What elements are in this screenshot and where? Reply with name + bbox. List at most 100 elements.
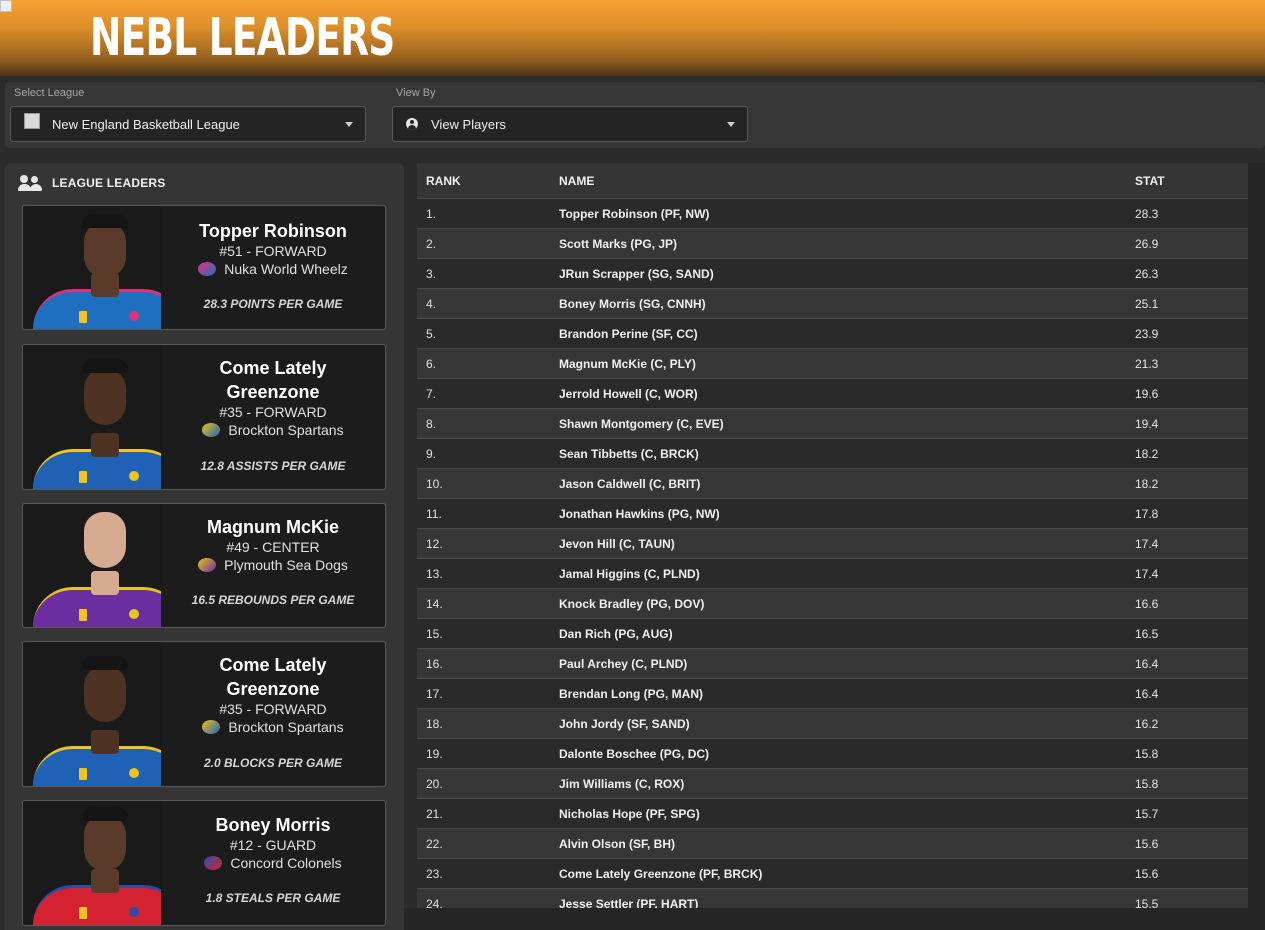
leader-card-steals[interactable]: Boney Morris #12 - GUARD Concord Colonel… — [22, 800, 386, 926]
leader-name: Magnum McKie — [206, 517, 339, 537]
leader-team: Nuka World Wheelz — [161, 260, 385, 278]
table-row[interactable]: 13. Jamal Higgins (C, PLND) 17.4 — [417, 559, 1248, 589]
leader-team: Plymouth Sea Dogs — [161, 556, 385, 574]
table-row[interactable]: 8. Shawn Montgomery (C, EVE) 19.4 — [417, 409, 1248, 439]
table-row[interactable]: 1. Topper Robinson (PF, NW) 28.3 — [417, 199, 1248, 229]
player-name-link[interactable]: Brandon Perine (SF, CC) — [559, 327, 1135, 341]
player-name-link[interactable]: Jim Williams (C, ROX) — [559, 777, 1135, 791]
table-row[interactable]: 12. Jevon Hill (C, TAUN) 17.4 — [417, 529, 1248, 559]
table-row[interactable]: 4. Boney Morris (SG, CNNH) 25.1 — [417, 289, 1248, 319]
leader-number-position: #49 - CENTER — [226, 539, 320, 555]
table-row[interactable]: 15. Dan Rich (PG, AUG) 16.5 — [417, 619, 1248, 649]
league-select-value: New England Basketball League — [52, 116, 240, 132]
player-name-link[interactable]: Sean Tibbetts (C, BRCK) — [559, 447, 1135, 461]
player-name-link[interactable]: Topper Robinson (PF, NW) — [559, 207, 1135, 221]
stat-cell: 23.9 — [1135, 326, 1159, 341]
leader-card-rebounds[interactable]: Magnum McKie #49 - CENTER Plymouth Sea D… — [22, 503, 386, 628]
stat-cell: 21.3 — [1135, 356, 1159, 371]
table-row[interactable]: 22. Alvin Olson (SF, BH) 15.6 — [417, 829, 1248, 859]
table-row[interactable]: 17. Brendan Long (PG, MAN) 16.4 — [417, 679, 1248, 709]
table-row[interactable]: 20. Jim Williams (C, ROX) 15.8 — [417, 769, 1248, 799]
table-row[interactable]: 23. Come Lately Greenzone (PF, BRCK) 15.6 — [417, 859, 1248, 889]
player-name-link[interactable]: Boney Morris (SG, CNNH) — [559, 297, 1135, 311]
table-row[interactable]: 9. Sean Tibbetts (C, BRCK) 18.2 — [417, 439, 1248, 469]
stat-cell: 18.2 — [1135, 446, 1159, 461]
stat-cell: 16.2 — [1135, 716, 1159, 731]
leader-info: Boney Morris #12 - GUARD Concord Colonel… — [161, 801, 385, 925]
table-row[interactable]: 11. Jonathan Hawkins (PG, NW) 17.8 — [417, 499, 1248, 529]
stat-cell: 17.4 — [1135, 536, 1159, 551]
leader-stat: 16.5 REBOUNDS PER GAME — [191, 593, 355, 607]
player-name-link[interactable]: Jason Caldwell (C, BRIT) — [559, 477, 1135, 491]
stat-cell: 17.4 — [1135, 566, 1159, 581]
player-photo — [23, 642, 161, 786]
player-name-link[interactable]: JRun Scrapper (SG, SAND) — [559, 267, 1135, 281]
stat-cell: 16.5 — [1135, 626, 1159, 641]
users-icon — [18, 174, 42, 192]
table-row[interactable]: 21. Nicholas Hope (PF, SPG) 15.7 — [417, 799, 1248, 829]
leader-team-name: Brockton Spartans — [228, 719, 344, 735]
stat-cell: 16.4 — [1135, 656, 1159, 671]
rank-column-header[interactable]: RANK — [417, 174, 559, 188]
player-name-link[interactable]: Jevon Hill (C, TAUN) — [559, 537, 1135, 551]
player-name-link[interactable]: Magnum McKie (C, PLY) — [559, 357, 1135, 371]
team-logo-icon — [198, 558, 217, 572]
player-name-link[interactable]: Come Lately Greenzone (PF, BRCK) — [559, 867, 1135, 881]
table-row[interactable]: 16. Paul Archey (C, PLND) 16.4 — [417, 649, 1248, 679]
leader-stat: 2.0 BLOCKS PER GAME — [203, 756, 343, 770]
player-name-link[interactable]: Dan Rich (PG, AUG) — [559, 627, 1135, 641]
rank-cell: 7. — [426, 386, 437, 401]
stat-column-header[interactable]: STAT — [1135, 174, 1248, 188]
leader-card-blocks[interactable]: Come Lately Greenzone #35 - FORWARD Broc… — [22, 641, 386, 787]
player-name-link[interactable]: Jamal Higgins (C, PLND) — [559, 567, 1135, 581]
table-row[interactable]: 3. JRun Scrapper (SG, SAND) 26.3 — [417, 259, 1248, 289]
table-row[interactable]: 19. Dalonte Boschee (PG, DC) 15.8 — [417, 739, 1248, 769]
player-name-link[interactable]: Brendan Long (PG, MAN) — [559, 687, 1135, 701]
team-logo-icon — [204, 856, 223, 870]
leader-info: Magnum McKie #49 - CENTER Plymouth Sea D… — [161, 504, 385, 627]
player-name-link[interactable]: Paul Archey (C, PLND) — [559, 657, 1135, 671]
leader-number-position: #35 - FORWARD — [219, 701, 327, 717]
table-row[interactable]: 6. Magnum McKie (C, PLY) 21.3 — [417, 349, 1248, 379]
team-logo-icon — [198, 262, 217, 276]
table-row[interactable]: 5. Brandon Perine (SF, CC) 23.9 — [417, 319, 1248, 349]
league-select[interactable]: New England Basketball League — [10, 106, 366, 142]
rank-cell: 24. — [426, 896, 443, 909]
table-row[interactable]: 14. Knock Bradley (PG, DOV) 16.6 — [417, 589, 1248, 619]
leader-info: Come Lately Greenzone #35 - FORWARD Broc… — [161, 642, 385, 786]
table-header: RANK NAME STAT — [417, 163, 1248, 199]
stat-cell: 15.6 — [1135, 866, 1159, 881]
stat-cell: 15.5 — [1135, 896, 1159, 909]
player-name-link[interactable]: John Jordy (SF, SAND) — [559, 717, 1135, 731]
stat-cell: 16.6 — [1135, 596, 1159, 611]
league-leaders-heading: LEAGUE LEADERS — [18, 173, 165, 193]
player-name-link[interactable]: Jonathan Hawkins (PG, NW) — [559, 507, 1135, 521]
leader-card-assists[interactable]: Come Lately Greenzone #35 - FORWARD Broc… — [22, 344, 386, 490]
rank-cell: 6. — [426, 356, 437, 371]
leader-card-points[interactable]: Topper Robinson #51 - FORWARD Nuka World… — [22, 205, 386, 330]
table-row[interactable]: 10. Jason Caldwell (C, BRIT) 18.2 — [417, 469, 1248, 499]
table-row[interactable]: 7. Jerrold Howell (C, WOR) 19.6 — [417, 379, 1248, 409]
stat-cell: 28.3 — [1135, 206, 1159, 221]
league-filter: Select League New England Basketball Lea… — [10, 87, 366, 142]
player-name-link[interactable]: Jerrold Howell (C, WOR) — [559, 387, 1135, 401]
player-name-link[interactable]: Scott Marks (PG, JP) — [559, 237, 1135, 251]
stat-cell: 17.8 — [1135, 506, 1159, 521]
player-name-link[interactable]: Alvin Olson (SF, BH) — [559, 837, 1135, 851]
background-pattern — [1248, 163, 1265, 930]
table-row[interactable]: 18. John Jordy (SF, SAND) 16.2 — [417, 709, 1248, 739]
rank-cell: 22. — [426, 836, 443, 851]
table-row[interactable]: 2. Scott Marks (PG, JP) 26.9 — [417, 229, 1248, 259]
player-name-link[interactable]: Jesse Settler (PF, HART) — [559, 897, 1135, 909]
player-name-link[interactable]: Shawn Montgomery (C, EVE) — [559, 417, 1135, 431]
player-name-link[interactable]: Dalonte Boschee (PG, DC) — [559, 747, 1135, 761]
table-row[interactable]: 24. Jesse Settler (PF, HART) 15.5 — [417, 889, 1248, 908]
player-name-link[interactable]: Nicholas Hope (PF, SPG) — [559, 807, 1135, 821]
name-column-header[interactable]: NAME — [559, 174, 1135, 188]
stat-cell: 15.8 — [1135, 776, 1159, 791]
rank-cell: 9. — [426, 446, 437, 461]
stat-cell: 19.4 — [1135, 416, 1159, 431]
player-name-link[interactable]: Knock Bradley (PG, DOV) — [559, 597, 1135, 611]
view-select[interactable]: View Players — [392, 106, 748, 142]
league-leaders-title: LEAGUE LEADERS — [52, 176, 166, 190]
